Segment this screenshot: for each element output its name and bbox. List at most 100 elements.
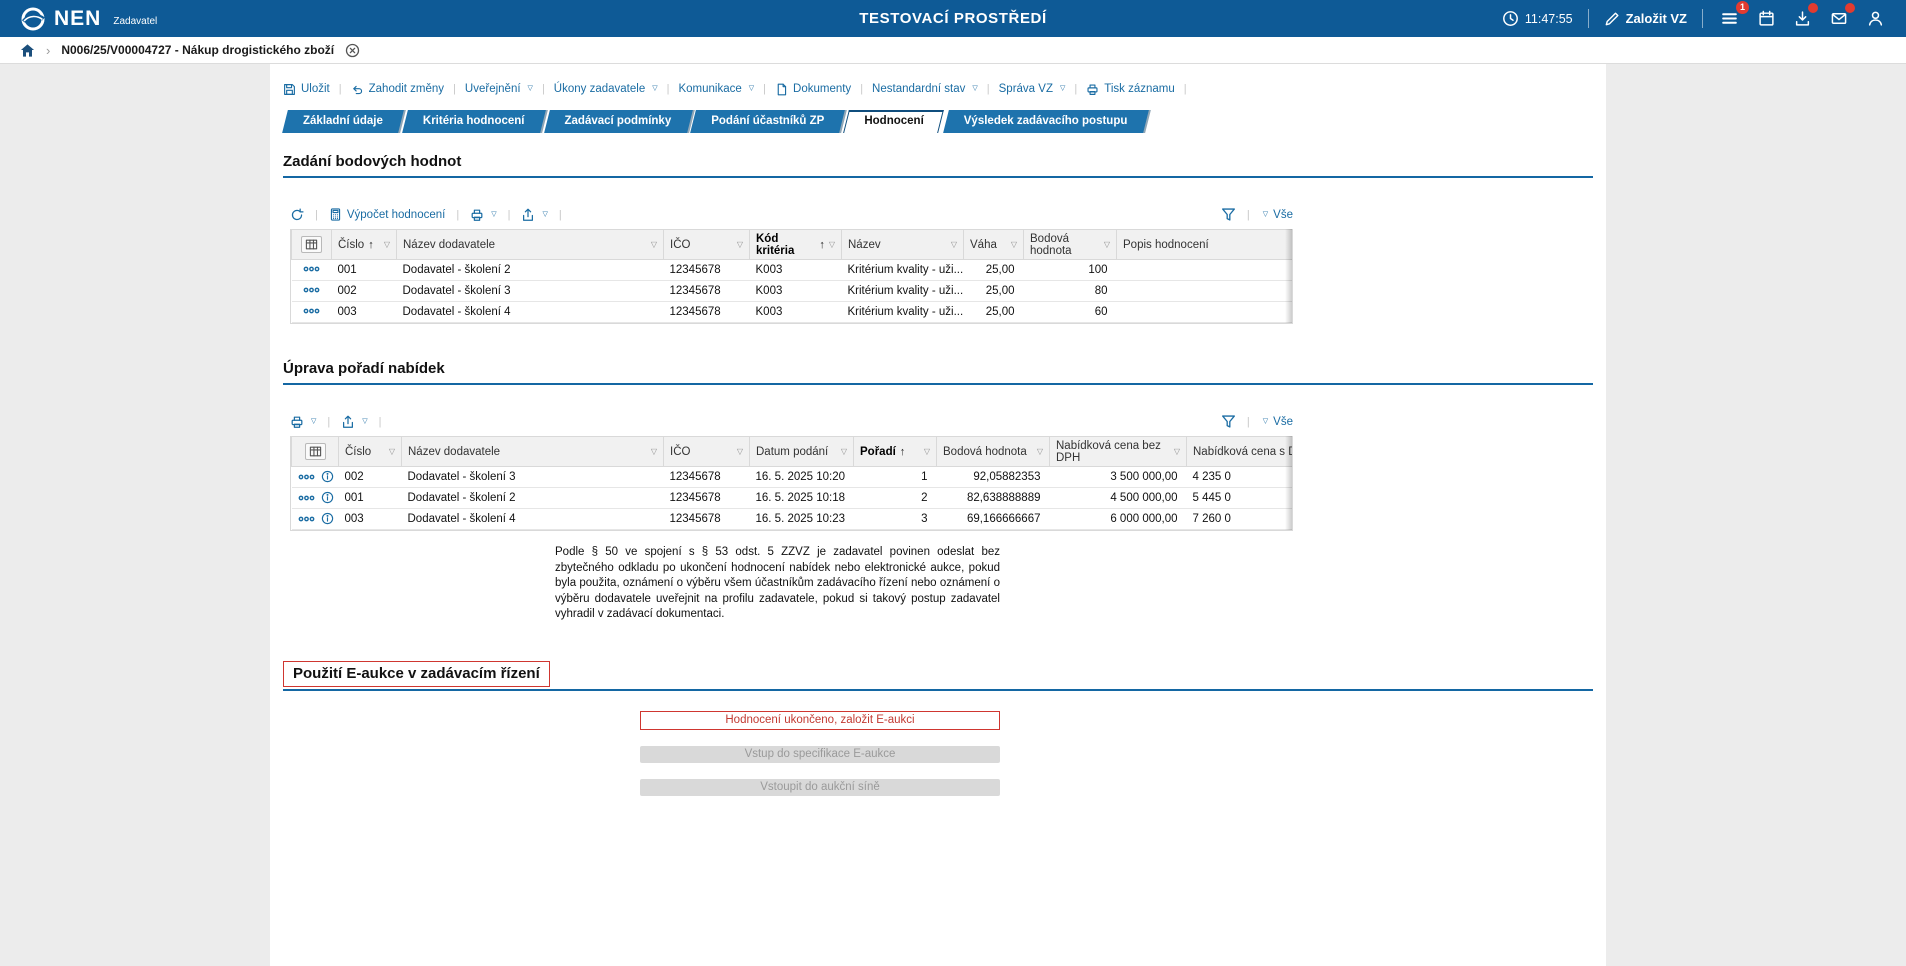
brand-name: NEN [54,7,101,31]
table-row[interactable]: 001 Dodavatel - školení 2 12345678 16. 5… [292,488,1294,509]
row-menu-dots-icon [298,515,315,523]
filter-funnel-icon[interactable]: ▽ [737,240,743,249]
messages-button[interactable] [1828,8,1850,29]
save-button[interactable]: Uložit [283,83,330,96]
row-menu-button[interactable] [298,515,315,523]
export-button[interactable]: ▽ [341,415,367,429]
row-menu-button[interactable] [303,307,320,315]
person-icon [1867,10,1884,27]
tab-vysledek-zadavaciho-postupu[interactable]: Výsledek zadávacího postupu [946,110,1146,133]
documents-button[interactable]: Dokumenty [775,83,851,96]
filter-funnel-icon[interactable]: ▽ [1037,447,1043,456]
filter-funnel-icon[interactable]: ▽ [1011,240,1017,249]
create-eauction-button[interactable]: Hodnocení ukončeno, založit E-aukci [640,711,1000,730]
tab-hodnoceni[interactable]: Hodnocení [846,110,941,133]
filter-preset-select[interactable]: ▽ Vše [1261,209,1293,221]
column-header-bodova-hodnota[interactable]: Bodová hodnota▽ [937,437,1050,467]
filter-funnel-icon[interactable]: ▽ [841,447,847,456]
cell-vaha: 25,00 [964,302,1024,323]
cell-datum-podani: 16. 5. 2025 10:20 [750,467,854,488]
column-header-ico[interactable]: IČO▽ [664,230,750,260]
downloads-button[interactable] [1792,8,1813,29]
filter-funnel-icon[interactable]: ▽ [951,240,957,249]
filter-funnel-icon[interactable]: ▽ [1104,240,1110,249]
chevron-icon: › [46,43,50,58]
filter-funnel-icon[interactable]: ▽ [1174,447,1180,456]
column-header-cena-bez-dph[interactable]: Nabídková cena bez DPH▽ [1050,437,1187,467]
row-menu-button[interactable] [298,494,315,502]
publish-menu[interactable]: Uveřejnění▽ [465,83,533,95]
print-record-button[interactable]: Tisk záznamu [1086,83,1175,96]
tab-zakladni-udaje[interactable]: Základní údaje [285,110,401,133]
filter-funnel-icon[interactable]: ▽ [737,447,743,456]
column-header-nazev-dodavatele[interactable]: Název dodavatele▽ [402,437,664,467]
cell-poradi: 2 [854,488,937,509]
table-row[interactable]: 003 Dodavatel - školení 4 12345678 K003 … [292,302,1294,323]
calendar-button[interactable] [1756,8,1777,29]
profile-button[interactable] [1865,8,1886,29]
export-button[interactable]: ▽ [521,208,547,222]
refresh-button[interactable] [290,208,304,222]
top-bar: NEN Zadavatel TESTOVACÍ PROSTŘEDÍ 11:47:… [0,0,1906,37]
table-row[interactable]: 002 Dodavatel - školení 3 12345678 16. 5… [292,467,1294,488]
calculate-score-button[interactable]: Výpočet hodnocení [329,208,445,221]
row-info-button[interactable] [321,491,334,504]
filter-button[interactable] [1221,207,1236,222]
filter-funnel-icon[interactable]: ▽ [924,447,930,456]
column-header-cislo[interactable]: Číslo▽ [339,437,402,467]
row-info-button[interactable] [321,470,334,483]
table-row[interactable]: 001 Dodavatel - školení 2 12345678 K003 … [292,260,1294,281]
filter-funnel-icon[interactable]: ▽ [651,240,657,249]
column-header-datum-podani[interactable]: Datum podání▽ [750,437,854,467]
filter-button[interactable] [1221,414,1236,429]
column-header-poradi[interactable]: Pořadí↑▽ [854,437,937,467]
order-filter-controls: | ▽ Vše [1221,414,1293,429]
column-header-nazev[interactable]: Název▽ [842,230,964,260]
vz-admin-menu[interactable]: Správa VZ▽ [999,83,1066,95]
enter-auction-hall-button[interactable]: Vstoupit do aukční síně [640,779,1000,796]
table-row[interactable]: 003 Dodavatel - školení 4 12345678 16. 5… [292,509,1294,530]
column-header-ico[interactable]: IČO▽ [664,437,750,467]
column-header-bodova-hodnota[interactable]: Bodová hodnota▽ [1024,230,1117,260]
menu-button[interactable]: 1 [1718,8,1741,29]
discard-changes-button[interactable]: Zahodit změny [351,83,444,96]
cell-nazev: Kritérium kvality - uži... [842,260,964,281]
table-row[interactable]: 002 Dodavatel - školení 3 12345678 K003 … [292,281,1294,302]
filter-funnel-icon[interactable]: ▽ [384,240,390,249]
print-button[interactable]: ▽ [470,208,496,222]
tab-zadavaci-podminky[interactable]: Zadávací podmínky [547,110,690,133]
contracting-actions-menu[interactable]: Úkony zadavatele▽ [554,83,658,95]
nonstandard-state-menu[interactable]: Nestandardní stav▽ [872,83,978,95]
column-header-nazev-dodavatele[interactable]: Název dodavatele▽ [397,230,664,260]
column-header-cena-s-dph[interactable]: Nabídková cena s DPH [1187,437,1294,467]
row-menu-button[interactable] [298,473,315,481]
row-menu-button[interactable] [303,286,320,294]
filter-funnel-icon[interactable]: ▽ [389,447,395,456]
filter-funnel-icon[interactable]: ▽ [651,447,657,456]
filter-funnel-icon[interactable]: ▽ [829,240,835,249]
tab-podani-ucastniku-zp[interactable]: Podání účastníků ZP [693,110,842,133]
home-button[interactable] [20,43,35,58]
column-header-cislo[interactable]: Číslo↑▽ [332,230,397,260]
column-header-vaha[interactable]: Váha▽ [964,230,1024,260]
close-record-button[interactable] [345,43,360,58]
column-header-popis-hodnoceni[interactable]: Popis hodnocení [1117,230,1294,260]
cell-nazev-dodavatele: Dodavatel - školení 4 [402,509,664,530]
export-icon [521,208,535,222]
column-settings-button[interactable] [301,236,322,253]
row-menu-button[interactable] [303,265,320,273]
eauction-specification-button[interactable]: Vstup do specifikace E-aukce [640,746,1000,763]
create-vz-button[interactable]: Založit VZ [1604,11,1687,27]
print-button[interactable]: ▽ [290,415,316,429]
row-menu-dots-icon [298,473,315,481]
column-header-kod-kriteria[interactable]: Kód kritéria↑▽ [750,230,842,260]
filter-preset-select[interactable]: ▽ Vše [1261,416,1293,428]
table-header-row: Číslo▽ Název dodavatele▽ IČO▽ Datum podá… [292,437,1294,467]
tab-kriteria-hodnoceni[interactable]: Kritéria hodnocení [405,110,543,133]
menu-badge: 1 [1736,1,1749,14]
column-settings-button[interactable] [305,443,326,460]
cell-ico: 12345678 [664,488,750,509]
communication-menu[interactable]: Komunikace▽ [678,83,754,95]
row-info-button[interactable] [321,512,334,525]
brand[interactable]: NEN Zadavatel [20,6,157,32]
